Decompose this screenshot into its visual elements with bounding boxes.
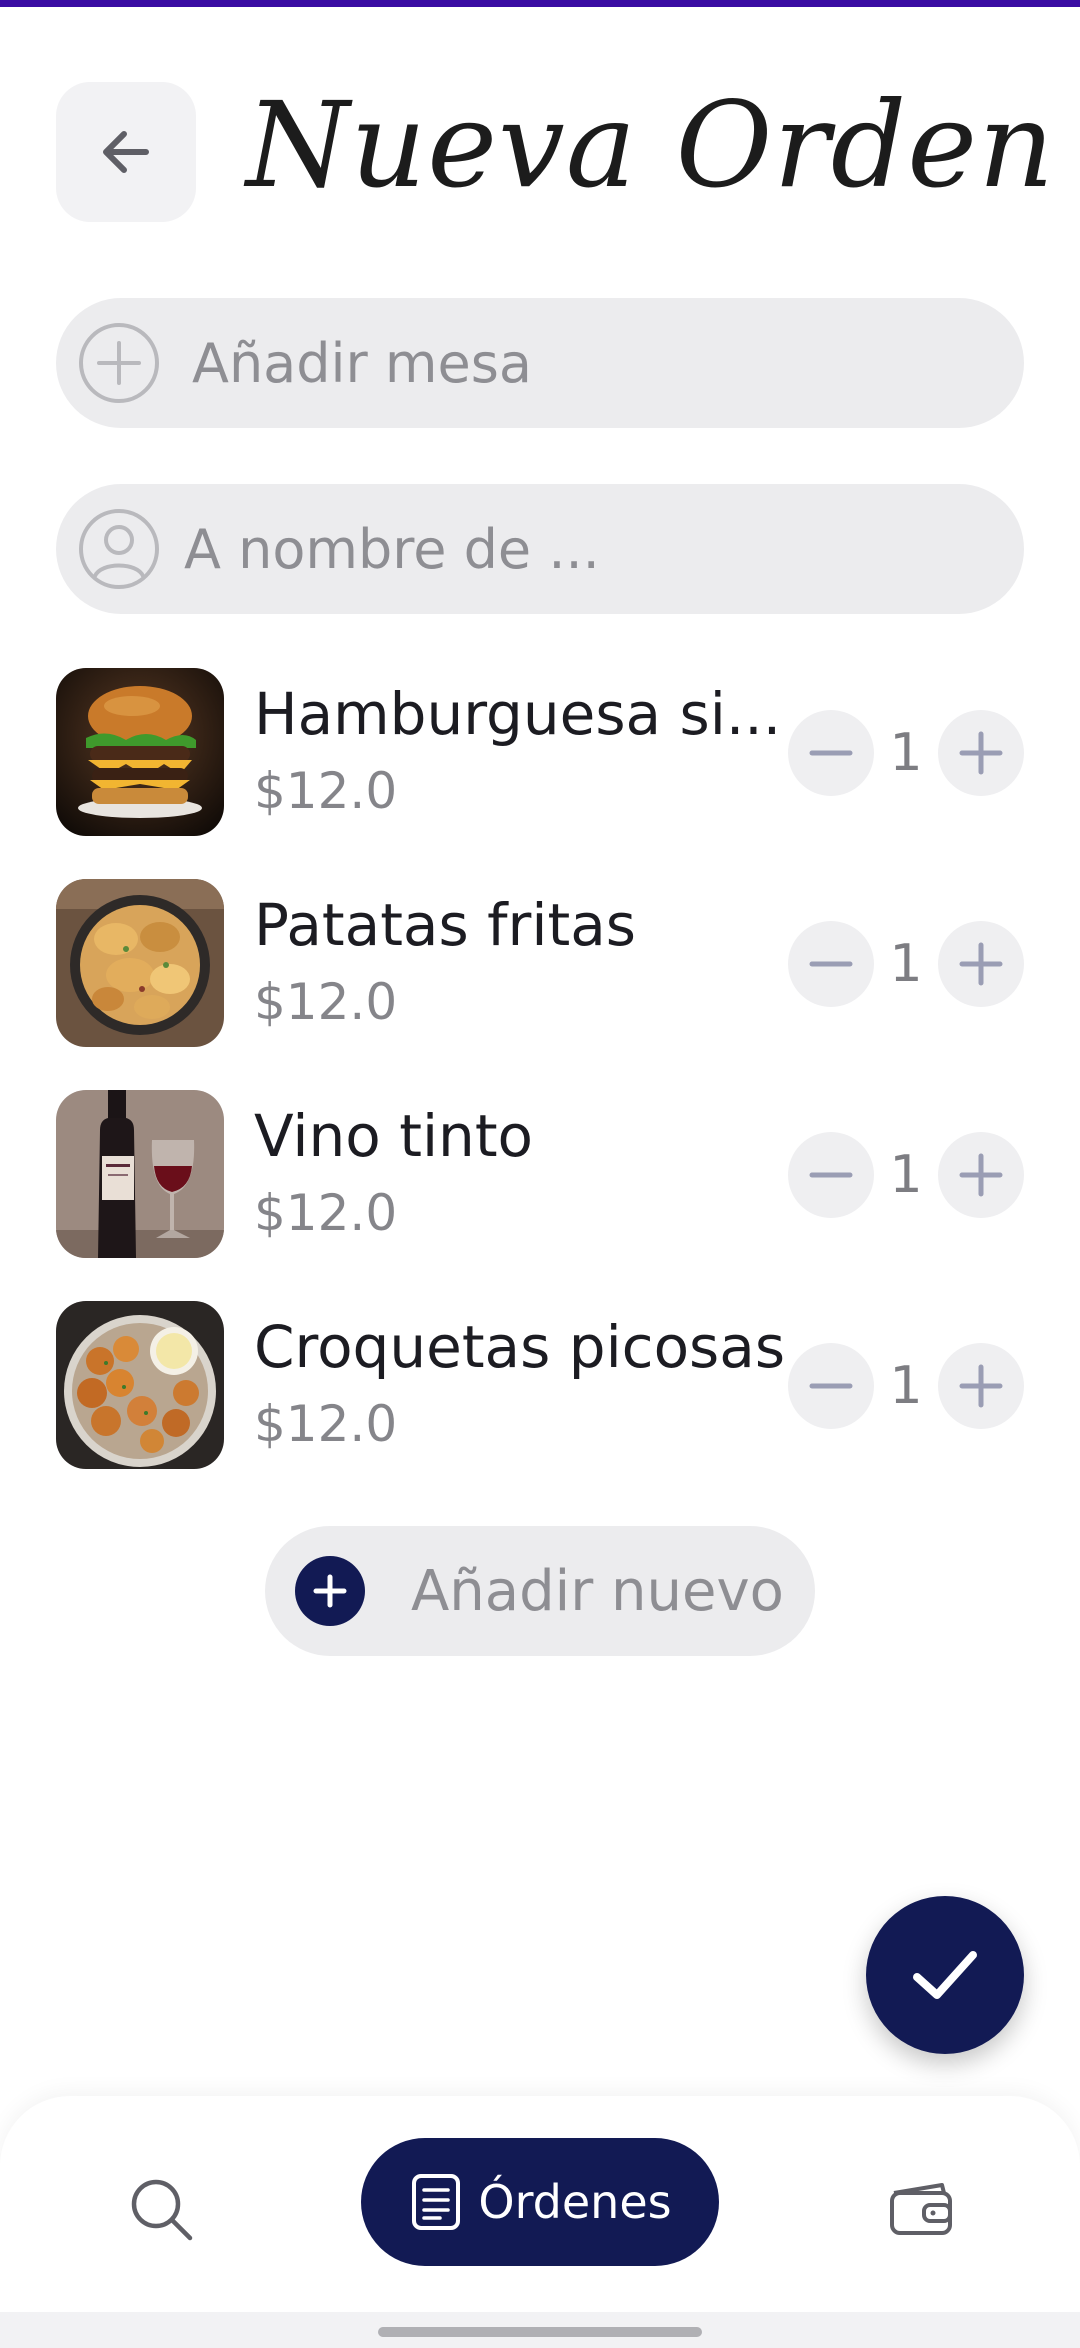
decrease-quantity-button[interactable] xyxy=(788,921,874,1007)
home-indicator[interactable] xyxy=(378,2327,702,2337)
list-item[interactable]: Croquetas picosas $12.0 1 xyxy=(56,1301,1024,1512)
quantity-value: 1 xyxy=(889,934,923,994)
plus-icon xyxy=(959,1153,1003,1197)
system-gesture-area xyxy=(0,2312,1080,2348)
nav-search-button[interactable] xyxy=(116,2164,206,2254)
confirm-order-button[interactable] xyxy=(866,1896,1024,2054)
item-name: Croquetas picosas xyxy=(254,1313,786,1381)
wallet-icon xyxy=(890,2183,952,2235)
add-table-placeholder: Añadir mesa xyxy=(192,331,532,395)
document-icon xyxy=(412,2174,461,2230)
item-price: $12.0 xyxy=(254,1395,398,1453)
list-item[interactable]: Vino tinto $12.0 1 xyxy=(56,1090,1024,1301)
quantity-stepper: 1 xyxy=(788,1343,1024,1429)
item-price: $12.0 xyxy=(254,1184,398,1242)
status-strip xyxy=(0,0,1080,7)
user-circle-icon xyxy=(76,506,162,592)
nav-orders-tab[interactable]: Órdenes xyxy=(361,2138,719,2266)
plus-icon xyxy=(295,1556,365,1626)
quantity-stepper: 1 xyxy=(788,1132,1024,1218)
quantity-value: 1 xyxy=(889,1356,923,1416)
customer-name-placeholder: A nombre de ... xyxy=(184,517,600,581)
minus-icon xyxy=(809,1383,853,1389)
plus-icon xyxy=(959,942,1003,986)
order-items-list: Hamburguesa si... $12.0 1 Patatas fritas… xyxy=(56,668,1024,1512)
add-new-label: Añadir nuevo xyxy=(411,1558,784,1624)
quantity-value: 1 xyxy=(889,1145,923,1205)
add-new-item-button[interactable]: Añadir nuevo xyxy=(265,1526,815,1656)
increase-quantity-button[interactable] xyxy=(938,921,1024,1007)
plus-icon xyxy=(959,731,1003,775)
burger-photo xyxy=(56,668,224,836)
add-table-field[interactable]: Añadir mesa xyxy=(56,298,1024,428)
increase-quantity-button[interactable] xyxy=(938,710,1024,796)
quantity-stepper: 1 xyxy=(788,921,1024,1007)
check-icon xyxy=(913,1951,977,1999)
croquettes-photo xyxy=(56,1301,224,1469)
quantity-stepper: 1 xyxy=(788,710,1024,796)
item-name: Hamburguesa si... xyxy=(254,680,782,748)
list-item[interactable]: Hamburguesa si... $12.0 1 xyxy=(56,668,1024,879)
minus-icon xyxy=(809,961,853,967)
decrease-quantity-button[interactable] xyxy=(788,1343,874,1429)
increase-quantity-button[interactable] xyxy=(938,1343,1024,1429)
potato-chips-photo xyxy=(56,879,224,1047)
list-item[interactable]: Patatas fritas $12.0 1 xyxy=(56,879,1024,1090)
plus-circle-icon xyxy=(76,320,162,406)
plus-icon xyxy=(959,1364,1003,1408)
customer-name-field[interactable]: A nombre de ... xyxy=(56,484,1024,614)
arrow-left-icon xyxy=(103,131,149,173)
item-name: Vino tinto xyxy=(254,1102,534,1170)
item-price: $12.0 xyxy=(254,762,398,820)
search-icon xyxy=(131,2179,193,2241)
bottom-navigation: Órdenes xyxy=(0,2096,1080,2312)
decrease-quantity-button[interactable] xyxy=(788,1132,874,1218)
back-button[interactable] xyxy=(56,82,196,222)
increase-quantity-button[interactable] xyxy=(938,1132,1024,1218)
minus-icon xyxy=(809,1172,853,1178)
quantity-value: 1 xyxy=(889,723,923,783)
nav-orders-label: Órdenes xyxy=(478,2175,672,2229)
minus-icon xyxy=(809,750,853,756)
item-name: Patatas fritas xyxy=(254,891,637,959)
red-wine-photo xyxy=(56,1090,224,1258)
item-price: $12.0 xyxy=(254,973,398,1031)
nav-wallet-button[interactable] xyxy=(876,2164,966,2254)
decrease-quantity-button[interactable] xyxy=(788,710,874,796)
page-title: Nueva Orden xyxy=(246,76,1056,214)
